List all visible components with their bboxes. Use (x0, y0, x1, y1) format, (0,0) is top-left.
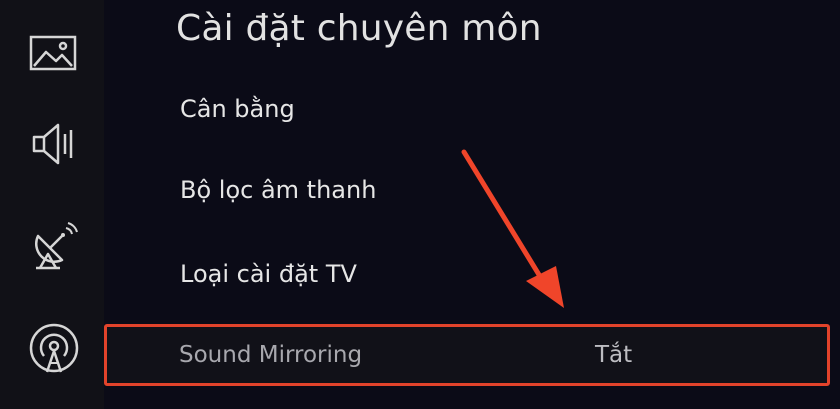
broadcast-antenna-icon[interactable] (26, 322, 82, 378)
page-title: Cài đặt chuyên môn (176, 8, 542, 49)
picture-icon[interactable] (26, 24, 82, 80)
sidebar (0, 0, 104, 409)
menu-item-can-bang[interactable]: Cân bằng (180, 95, 295, 123)
satellite-dish-icon[interactable] (26, 218, 82, 274)
menu-item-bo-loc-am-thanh[interactable]: Bộ lọc âm thanh (180, 176, 376, 204)
tv-settings-screen: Cài đặt chuyên môn Cân bằng Bộ lọc âm th… (0, 0, 840, 409)
sound-mirroring-label: Sound Mirroring (179, 342, 363, 368)
sound-mirroring-row[interactable]: Sound Mirroring Tắt (104, 324, 830, 386)
speaker-icon[interactable] (26, 116, 82, 172)
sound-mirroring-value: Tắt (595, 342, 633, 368)
menu-item-loai-cai-dat-tv[interactable]: Loại cài đặt TV (180, 260, 357, 288)
